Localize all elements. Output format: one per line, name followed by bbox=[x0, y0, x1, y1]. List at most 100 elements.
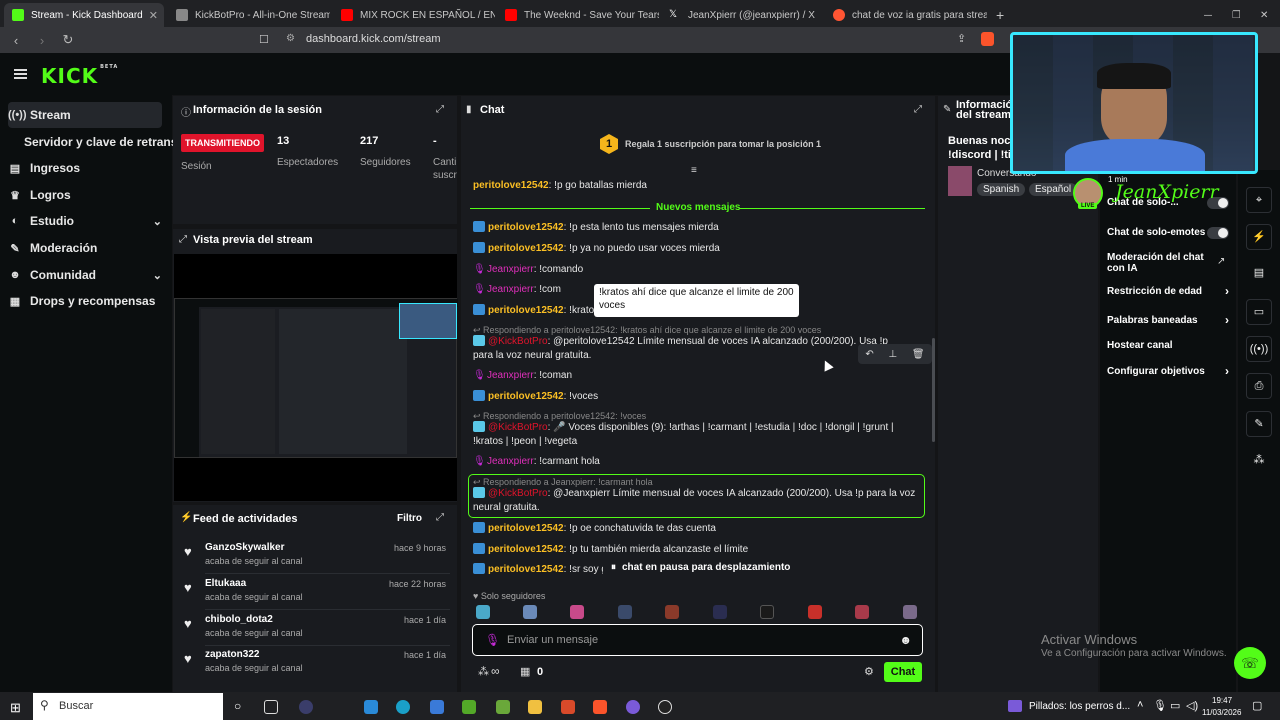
tab-kickbotpro[interactable]: KickBotPro - All-in-One Streaming To bbox=[168, 3, 330, 27]
minimize-icon[interactable]: — bbox=[1196, 3, 1212, 27]
toggle-switch[interactable] bbox=[1207, 227, 1229, 239]
new-tab-button[interactable]: + bbox=[988, 3, 1008, 27]
tab-the-weeknd[interactable]: The Weeknd - Save Your Tears (Offici bbox=[497, 3, 659, 27]
emote-icon[interactable] bbox=[618, 605, 632, 619]
menu-icon[interactable] bbox=[14, 69, 27, 79]
external-link-icon[interactable]: ↗ bbox=[1217, 256, 1225, 267]
nvidia-icon[interactable] bbox=[462, 700, 476, 714]
share-icon[interactable]: ⇪ bbox=[957, 32, 966, 45]
gift-icon[interactable]: ▦ bbox=[520, 665, 530, 678]
emote-icon[interactable] bbox=[523, 605, 537, 619]
tab-mix-rock[interactable]: MIX ROCK EN ESPAÑOL / EN TU bbox=[333, 3, 495, 27]
printer-icon[interactable]: ⎙ bbox=[1246, 373, 1272, 399]
chat-message-input[interactable]: 🎙 Enviar un mensaje ☻ bbox=[472, 624, 923, 656]
task-view-icon[interactable]: ○ bbox=[234, 699, 241, 713]
sidebar-item-comunidad[interactable]: ☻ Comunidad ⌄ bbox=[8, 262, 162, 288]
banned-words-setting[interactable]: Palabras baneadas › bbox=[1107, 313, 1229, 327]
emote-icon[interactable] bbox=[855, 605, 869, 619]
send-chat-button[interactable]: Chat bbox=[884, 662, 922, 682]
tab-x-profile[interactable]: 𝕏 JeanXpierr (@jeanxpierr) / X bbox=[661, 3, 823, 27]
chat-paused-indicator[interactable]: ⏸ chat en pausa para desplazamiento bbox=[603, 558, 803, 576]
filter-button[interactable]: Filtro bbox=[397, 513, 422, 524]
volume-icon[interactable]: ◁) bbox=[1186, 699, 1198, 712]
pin-action-icon[interactable]: ⊥ bbox=[888, 349, 897, 360]
edge-icon[interactable] bbox=[396, 700, 410, 714]
gift-sub-prompt[interactable]: Regala 1 suscripción para tomar la posic… bbox=[625, 139, 821, 149]
emote-icon[interactable] bbox=[476, 605, 490, 619]
reply-action-icon[interactable]: ↶ bbox=[865, 349, 873, 360]
obs-icon[interactable] bbox=[658, 700, 672, 714]
tray-chevron-icon[interactable]: ˄ bbox=[1137, 699, 1143, 711]
emote-icon[interactable] bbox=[713, 605, 727, 619]
expand-icon[interactable]: ⤢ bbox=[436, 512, 444, 523]
host-channel-setting[interactable]: Hostear canal bbox=[1107, 340, 1229, 351]
document-icon[interactable]: ▤ bbox=[1246, 261, 1272, 287]
chat-settings-icon[interactable]: ⚙ bbox=[864, 665, 874, 678]
windows-start-icon[interactable]: ⊞ bbox=[10, 700, 21, 716]
points-icon[interactable]: ⁂ bbox=[478, 665, 489, 678]
site-info-icon[interactable]: ⚙ bbox=[286, 33, 295, 44]
widgets-icon[interactable] bbox=[264, 700, 278, 714]
network-icon[interactable]: ▭ bbox=[1170, 699, 1180, 712]
reload-icon[interactable]: ↻ bbox=[58, 32, 78, 48]
emote-icon[interactable] bbox=[760, 605, 774, 619]
expand-icon[interactable]: ⤢ bbox=[436, 104, 444, 115]
tag-espanol[interactable]: Español bbox=[1029, 183, 1078, 196]
forward-icon[interactable]: › bbox=[32, 33, 52, 48]
tab-brave-search[interactable]: chat de voz ia gratis para stream - Br bbox=[825, 3, 987, 27]
expand-preview-icon[interactable]: ⤢ bbox=[179, 234, 187, 245]
emote-icon[interactable] bbox=[808, 605, 822, 619]
tab-kick-dashboard[interactable]: Stream - Kick Dashboard ✕ bbox=[4, 3, 164, 27]
app-icon[interactable] bbox=[626, 700, 640, 714]
wrench-icon[interactable]: ✎ bbox=[1246, 411, 1272, 437]
edit-icon[interactable]: ✎ bbox=[943, 104, 951, 115]
emote-icon[interactable] bbox=[903, 605, 917, 619]
share-icon[interactable]: ⁂ bbox=[1246, 448, 1272, 474]
expand-icon[interactable]: ⤢ bbox=[914, 104, 922, 115]
folder-icon[interactable] bbox=[528, 700, 542, 714]
taskbar-search[interactable]: ⚲ Buscar bbox=[33, 693, 223, 720]
sidebar-item-ingresos[interactable]: ▤ Ingresos bbox=[8, 155, 162, 181]
pinned-collapse-icon[interactable]: ≡ bbox=[691, 165, 697, 176]
chat-scrollbar[interactable] bbox=[932, 338, 935, 442]
clock-date[interactable]: 11/03/2026 bbox=[1202, 708, 1241, 717]
emote-icon[interactable] bbox=[665, 605, 679, 619]
clip-icon[interactable]: ⌖ bbox=[1246, 187, 1272, 213]
app-icon[interactable] bbox=[561, 700, 575, 714]
clock-time[interactable]: 19:47 bbox=[1212, 696, 1232, 705]
emote-icon[interactable] bbox=[570, 605, 584, 619]
sidebar-item-logros[interactable]: ♛ Logros bbox=[8, 182, 162, 208]
kick-logo[interactable]: KICK BETA bbox=[41, 64, 118, 88]
minecraft-icon[interactable] bbox=[496, 700, 510, 714]
emoji-icon[interactable]: ☻ bbox=[899, 633, 912, 647]
broadcast-icon[interactable]: ((•)) bbox=[1246, 336, 1272, 362]
bookmark-icon[interactable]: ☐ bbox=[259, 33, 269, 46]
store-icon[interactable] bbox=[364, 700, 378, 714]
mail-icon[interactable] bbox=[430, 700, 444, 714]
ai-chat-moderation-setting[interactable]: Moderación del chat con IA bbox=[1107, 252, 1217, 274]
configure-goals-setting[interactable]: Configurar objetivos › bbox=[1107, 364, 1229, 378]
mic-icon[interactable]: 🎙 bbox=[485, 633, 500, 647]
maximize-icon[interactable]: ❐ bbox=[1224, 3, 1240, 27]
support-icon[interactable]: ☏ bbox=[1234, 647, 1266, 679]
close-tab-icon[interactable]: ✕ bbox=[143, 9, 158, 22]
sidebar-item-server-key[interactable]: Servidor y clave de retransm bbox=[24, 129, 188, 155]
age-restriction-setting[interactable]: Restricción de edad › bbox=[1107, 284, 1229, 298]
brave-shield-icon[interactable] bbox=[981, 32, 994, 46]
notifications-icon[interactable]: ▢ bbox=[1252, 699, 1262, 712]
sidebar-item-drops[interactable]: ▦ Drops y recompensas bbox=[8, 288, 162, 314]
emotes-only-chat-setting[interactable]: Chat de solo-emotes bbox=[1107, 227, 1229, 239]
lightning-icon[interactable]: ⚡ bbox=[1246, 224, 1272, 250]
media-notification[interactable]: Pillados: los perros d... bbox=[1029, 701, 1130, 712]
close-window-icon[interactable]: ✕ bbox=[1252, 3, 1272, 27]
mic-tray-icon[interactable]: 🎙 bbox=[1153, 699, 1167, 712]
url-field[interactable]: dashboard.kick.com/stream bbox=[306, 33, 441, 45]
delete-action-icon[interactable]: 🗑 bbox=[912, 349, 925, 360]
app-icon[interactable] bbox=[299, 700, 313, 714]
brave-icon[interactable] bbox=[593, 700, 607, 714]
sidebar-item-stream[interactable]: ((•)) Stream bbox=[8, 102, 162, 128]
tag-spanish[interactable]: Spanish bbox=[977, 183, 1026, 196]
chat-icon[interactable]: ▭ bbox=[1246, 299, 1272, 325]
sidebar-item-moderacion[interactable]: ✎ Moderación bbox=[8, 235, 162, 261]
sidebar-item-estudio[interactable]: ◐ Estudio ⌄ bbox=[8, 208, 162, 234]
